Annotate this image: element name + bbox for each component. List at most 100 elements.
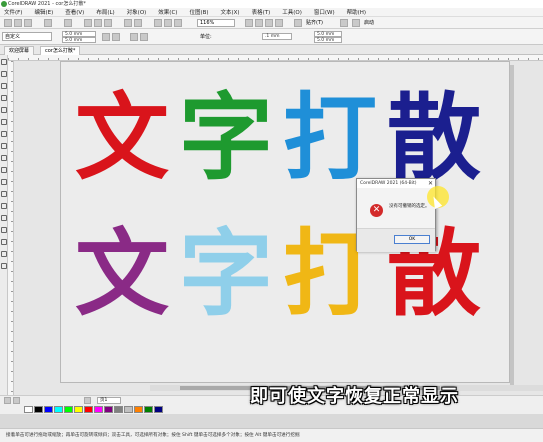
palette-swatch[interactable] [134,405,143,413]
palette-swatch[interactable] [154,405,163,413]
menu-effects[interactable]: 效果(C) [158,8,177,16]
options-gear-icon[interactable] [340,19,348,27]
property-bar: 自定义 5.0 mm 5.0 mm 单位: .1 mm 5.0 mm 5.0 m… [0,29,543,45]
text-char-row1-2[interactable]: 字 [179,92,273,186]
dialog-message: 没有可撤销的选定。 [389,204,430,209]
menu-tools[interactable]: 工具(O) [282,8,302,16]
smart-fill-tool-icon[interactable] [1,251,7,257]
text-char-row2-1[interactable]: 文 [75,228,169,322]
menu-view[interactable]: 查看(V) [65,8,84,16]
snap-icon[interactable] [294,19,302,27]
menu-layout[interactable]: 布局(L) [96,8,114,16]
export-icon[interactable] [174,19,182,27]
transparency-tool-icon[interactable] [1,215,7,221]
error-dialog: CorelDRAW 2021 (64-Bit) ✕ ✕ 没有可撤销的选定。 OK [356,178,436,252]
status-bar-hint: 接着单击可进行拖动或缩放；再单击可旋转或倾斜；双击工具，可选择所有对象；按住 S… [0,428,543,442]
launch-icon[interactable] [352,19,360,27]
interactive-fill-tool-icon[interactable] [1,239,7,245]
all-pages-icon[interactable] [130,33,138,41]
prev-page-icon[interactable] [13,397,20,404]
height-field[interactable]: 5.0 mm [62,37,96,43]
drawing-canvas[interactable]: 文 字 打 散 文 字 打 散 [14,61,543,395]
menu-help[interactable]: 帮助(H) [347,8,366,16]
menu-bitmaps[interactable]: 位图(B) [189,8,208,16]
menu-object[interactable]: 对象(O) [127,8,147,16]
palette-swatch[interactable] [144,405,153,413]
text-char-row1-1[interactable]: 文 [75,92,169,186]
ellipse-tool-icon[interactable] [1,143,7,149]
print-icon[interactable] [64,19,72,27]
cut-icon[interactable] [84,19,92,27]
search-icon[interactable] [154,19,162,27]
landscape-icon[interactable] [112,33,120,41]
palette-swatch[interactable] [124,405,133,413]
error-icon: ✕ [370,204,383,217]
ok-button[interactable]: OK [394,235,430,244]
duplicate-y-field[interactable]: 5.0 mm [314,37,342,43]
import-icon[interactable] [164,19,172,27]
text-char-row2-2[interactable]: 字 [179,228,273,322]
freehand-tool-icon[interactable] [1,107,7,113]
launch-dropdown[interactable]: 启动 [364,19,394,27]
grid-icon[interactable] [265,19,273,27]
guidelines-icon[interactable] [275,19,283,27]
portrait-icon[interactable] [102,33,110,41]
snap-to-dropdown[interactable]: 贴齐(T) [306,19,334,27]
palette-swatch[interactable] [24,405,33,413]
palette-swatch[interactable] [114,405,123,413]
add-tool-icon[interactable] [1,263,7,269]
cloud-icon[interactable] [44,19,52,27]
new-document-icon[interactable] [4,19,12,27]
add-page-icon[interactable] [84,397,91,404]
shape-tool-icon[interactable] [1,71,7,77]
parallel-dimension-tool-icon[interactable] [1,179,7,185]
zoom-tool-icon[interactable] [1,95,7,101]
undo-icon[interactable] [124,19,132,27]
palette-swatch[interactable] [74,405,83,413]
polygon-tool-icon[interactable] [1,155,7,161]
drop-shadow-tool-icon[interactable] [1,203,7,209]
palette-swatch[interactable] [84,405,93,413]
rectangle-tool-icon[interactable] [1,131,7,137]
rulers-icon[interactable] [255,19,263,27]
first-page-icon[interactable] [4,397,11,404]
current-page-icon[interactable] [140,33,148,41]
artistic-media-tool-icon[interactable] [1,119,7,125]
menu-window[interactable]: 窗口(W) [314,8,335,16]
document-tabs: 欢迎屏幕 cor怎么打散* [0,45,543,55]
menu-table[interactable]: 表格(T) [252,8,271,16]
drawing-page[interactable]: 文 字 打 散 文 字 打 散 [60,61,510,383]
menu-edit[interactable]: 编辑(E) [34,8,53,16]
text-tool-icon[interactable] [1,167,7,173]
palette-swatch[interactable] [34,405,43,413]
page-tab[interactable]: 页1 [97,397,121,404]
paste-icon[interactable] [104,19,112,27]
menu-text[interactable]: 文本(X) [221,8,240,16]
video-subtitle: 即可使文字恢复正常显示 [250,386,459,407]
nudge-field[interactable]: .1 mm [262,33,292,40]
full-screen-icon[interactable] [245,19,253,27]
text-char-row1-4[interactable]: 散 [387,92,481,186]
redo-icon[interactable] [134,19,142,27]
zoom-level-select[interactable]: 116% [197,19,235,27]
tab-welcome[interactable]: 欢迎屏幕 [4,46,35,55]
palette-swatch[interactable] [54,405,63,413]
palette-swatch[interactable] [64,405,73,413]
standard-toolbar: 116% 贴齐(T) 启动 [0,17,543,29]
paper-size-select[interactable]: 自定义 [2,32,52,41]
menu-file[interactable]: 文件(F) [4,8,22,16]
copy-icon[interactable] [94,19,102,27]
palette-swatch[interactable] [44,405,53,413]
palette-swatch[interactable] [94,405,103,413]
text-char-row1-3[interactable]: 打 [283,92,377,186]
color-eyedropper-tool-icon[interactable] [1,227,7,233]
connector-tool-icon[interactable] [1,191,7,197]
dialog-title: CorelDRAW 2021 (64-Bit) [357,179,435,188]
pick-tool-icon[interactable] [1,59,7,65]
palette-swatch[interactable] [104,405,113,413]
save-icon[interactable] [24,19,32,27]
tab-document[interactable]: cor怎么打散* [40,46,81,55]
crop-tool-icon[interactable] [1,83,7,89]
coreldraw-logo-icon [1,1,7,7]
open-icon[interactable] [14,19,22,27]
